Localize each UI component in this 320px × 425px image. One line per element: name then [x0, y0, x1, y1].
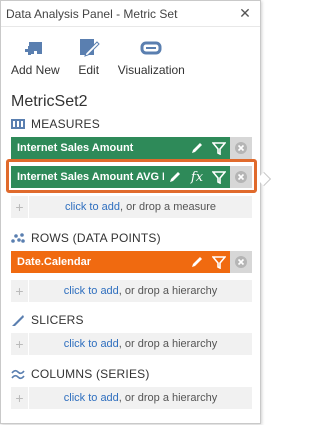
click-to-add-link[interactable]: click to add — [64, 285, 119, 297]
hierarchy-item[interactable]: Date.Calendar — [11, 251, 252, 273]
highlight-box — [6, 159, 257, 193]
click-to-add-link[interactable]: click to add — [64, 392, 119, 404]
add-new-button[interactable]: Add New — [11, 35, 60, 77]
slicers-heading-label: SLICERS — [31, 313, 84, 327]
rows-heading-label: ROWS (DATA POINTS) — [31, 231, 161, 245]
measures-heading: MEASURES — [1, 113, 100, 135]
rows-heading: ROWS (DATA POINTS) — [1, 227, 161, 249]
dropzone-text: , or drop a measure — [120, 201, 217, 213]
columns-icon — [11, 367, 27, 381]
dropzone-text: , or drop a hierarchy — [118, 285, 218, 297]
click-to-add-link[interactable]: click to add — [65, 201, 120, 213]
close-icon[interactable]: ✕ — [234, 3, 256, 25]
add-new-label: Add New — [11, 63, 60, 77]
measures-heading-label: MEASURES — [31, 117, 100, 131]
metric-set-name: MetricSet2 — [11, 93, 88, 110]
edit-label: Edit — [78, 63, 100, 77]
slicers-icon — [11, 313, 27, 327]
columns-heading: COLUMNS (SERIES) — [1, 363, 150, 385]
filter-icon[interactable] — [208, 251, 230, 273]
window-title: Data Analysis Panel - Metric Set — [6, 6, 178, 21]
plus-icon: + — [11, 196, 29, 218]
data-analysis-panel: Data Analysis Panel - Metric Set ✕ Add N… — [0, 0, 261, 424]
dropzone-text: , or drop a hierarchy — [118, 392, 218, 404]
pencil-icon[interactable] — [186, 137, 208, 159]
columns-heading-label: COLUMNS (SERIES) — [31, 367, 150, 381]
visualization-icon — [139, 35, 163, 61]
add-new-icon — [23, 35, 47, 61]
plus-icon: + — [11, 333, 29, 355]
click-to-add-link[interactable]: click to add — [64, 338, 119, 350]
plus-icon: + — [11, 387, 29, 409]
slicers-dropzone[interactable]: + click to add, or drop a hierarchy — [11, 333, 252, 355]
plus-icon: + — [11, 280, 29, 302]
pencil-icon[interactable] — [186, 251, 208, 273]
remove-icon[interactable] — [230, 251, 252, 273]
visualization-label: Visualization — [117, 63, 185, 77]
remove-icon[interactable] — [230, 137, 252, 159]
title-bar: Data Analysis Panel - Metric Set ✕ — [1, 1, 260, 27]
measure-item[interactable]: Internet Sales Amount — [11, 137, 252, 159]
visualization-button[interactable]: Visualization — [118, 35, 185, 77]
columns-dropzone[interactable]: + click to add, or drop a hierarchy — [11, 387, 252, 409]
edit-button[interactable]: Edit — [78, 35, 100, 77]
rows-icon — [11, 231, 27, 245]
dropzone-text: , or drop a hierarchy — [118, 338, 218, 350]
measures-dropzone[interactable]: + click to add, or drop a measure — [11, 196, 252, 218]
slicers-heading: SLICERS — [1, 309, 84, 331]
rows-dropzone[interactable]: + click to add, or drop a hierarchy — [11, 280, 252, 302]
measure-item-label: Internet Sales Amount — [17, 142, 134, 154]
filter-icon[interactable] — [208, 137, 230, 159]
measures-icon — [11, 117, 27, 131]
edit-icon — [78, 35, 100, 61]
toolbar: Add New Edit Visualization — [1, 27, 260, 89]
hierarchy-item-label: Date.Calendar — [17, 256, 91, 268]
